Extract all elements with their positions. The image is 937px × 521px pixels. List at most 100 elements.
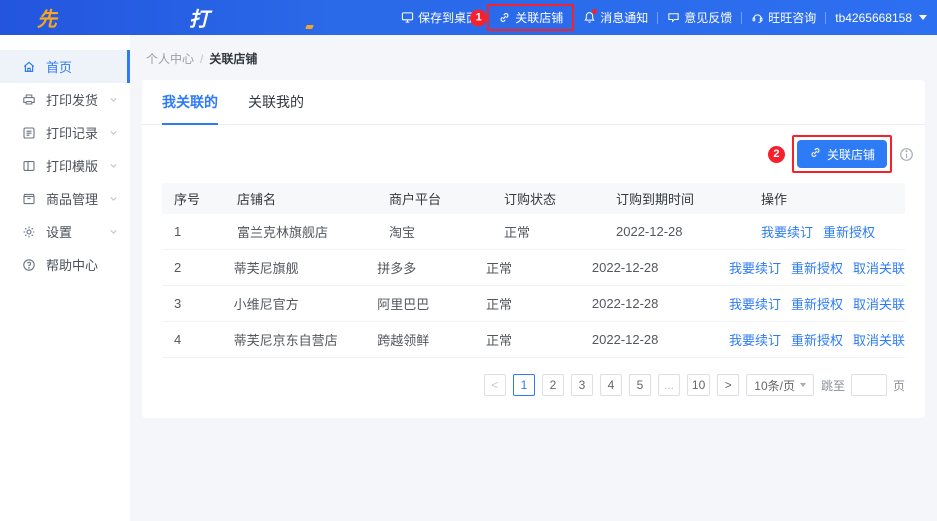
cell-status: 正常 — [504, 222, 616, 241]
breadcrumb-separator: / — [200, 52, 203, 66]
cell-store-name: 小维尼官方 — [234, 294, 378, 313]
page-size-select[interactable]: 10条/页 — [746, 374, 814, 396]
col-header-index: 序号 — [162, 189, 237, 208]
breadcrumb-parent[interactable]: 个人中心 — [146, 50, 194, 67]
reauthorize-link[interactable]: 重新授权 — [791, 258, 843, 277]
sidebar-item-label: 打印发货 — [46, 90, 109, 109]
col-header-platform: 商户平台 — [389, 189, 504, 208]
wangwang-consult-button[interactable]: 旺旺咨询 — [751, 9, 816, 26]
navbar-divider — [741, 12, 742, 24]
cell-status: 正常 — [486, 294, 592, 313]
cell-actions: 我要续订 重新授权 — [761, 222, 905, 241]
renew-link[interactable]: 我要续订 — [729, 258, 781, 277]
chevron-down-icon — [109, 227, 118, 236]
sidebar-item-print-records[interactable]: 打印记录 — [0, 116, 130, 149]
col-header-expire-date: 订购到期时间 — [616, 189, 761, 208]
cell-actions: 我要续订 重新授权 取消关联 — [729, 330, 905, 349]
unlink-link[interactable]: 取消关联 — [853, 258, 905, 277]
page-button-1[interactable]: 1 — [513, 374, 535, 396]
table-row: 1 富兰克林旗舰店 淘宝 正常 2022-12-28 我要续订 重新授权 — [162, 214, 905, 250]
link-store-button-label: 关联店铺 — [827, 146, 875, 163]
page-button-5[interactable]: 5 — [629, 374, 651, 396]
col-header-subscription-status: 订购状态 — [504, 189, 616, 208]
page-button-3[interactable]: 3 — [571, 374, 593, 396]
desktop-icon — [401, 11, 414, 24]
prev-page-button[interactable]: < — [484, 374, 506, 396]
sidebar-item-settings[interactable]: 设置 — [0, 215, 130, 248]
link-icon — [809, 146, 822, 162]
reauthorize-link[interactable]: 重新授权 — [823, 222, 875, 241]
col-header-store-name: 店铺名 — [237, 189, 389, 208]
save-to-desktop-label: 保存到桌面 — [418, 9, 478, 26]
page-button-4[interactable]: 4 — [600, 374, 622, 396]
link-store-button[interactable]: 关联店铺 — [797, 140, 887, 168]
feedback-label: 意见反馈 — [684, 9, 732, 26]
cell-index: 1 — [162, 224, 237, 239]
cell-platform: 淘宝 — [389, 222, 504, 241]
cell-expire-date: 2022-12-28 — [592, 332, 729, 347]
cell-status: 正常 — [486, 330, 592, 349]
chevron-down-icon — [109, 128, 118, 137]
main-content: 个人中心 / 关联店铺 我关联的 关联我的 2 关联店铺 — [130, 35, 937, 521]
notifications-button[interactable]: 消息通知 — [583, 9, 648, 26]
unlink-link[interactable]: 取消关联 — [853, 330, 905, 349]
feedback-button[interactable]: 意见反馈 — [667, 9, 732, 26]
sidebar-nav: 首页 打印发货 打印记录 打印模版 商品管理 — [0, 35, 130, 521]
gear-icon — [22, 225, 36, 239]
page-button-2[interactable]: 2 — [542, 374, 564, 396]
chevron-down-icon — [800, 383, 806, 387]
logo-text-primary: 先 — [37, 3, 189, 32]
sidebar-item-help-center[interactable]: 帮助中心 — [0, 248, 130, 281]
annotation-highlight-box: 关联店铺 — [792, 135, 892, 173]
cell-platform: 阿里巴巴 — [377, 294, 486, 313]
sidebar-item-product-management[interactable]: 商品管理 — [0, 182, 130, 215]
sidebar-item-label: 商品管理 — [46, 189, 109, 208]
annotation-step-1-badge: 1 — [470, 9, 487, 26]
sidebar-item-print-ship[interactable]: 打印发货 — [0, 83, 130, 116]
info-icon[interactable] — [899, 147, 914, 162]
cell-platform: 拼多多 — [377, 258, 486, 277]
renew-link[interactable]: 我要续订 — [761, 222, 813, 241]
sidebar-item-label: 打印记录 — [46, 123, 109, 142]
sidebar-item-label: 打印模版 — [46, 156, 109, 175]
sidebar-item-label: 设置 — [46, 222, 109, 241]
cell-expire-date: 2022-12-28 — [592, 296, 729, 311]
link-icon — [498, 11, 511, 24]
page-ellipsis[interactable]: ... — [658, 374, 680, 396]
home-icon — [22, 60, 36, 74]
page-button-10[interactable]: 10 — [687, 374, 710, 396]
cell-index: 2 — [162, 260, 234, 275]
template-icon — [22, 159, 36, 173]
reauthorize-link[interactable]: 重新授权 — [791, 294, 843, 313]
renew-link[interactable]: 我要续订 — [729, 294, 781, 313]
sidebar-item-print-templates[interactable]: 打印模版 — [0, 149, 130, 182]
user-menu[interactable]: tb4265668158 — [835, 11, 927, 25]
breadcrumb-current: 关联店铺 — [209, 50, 257, 67]
cell-actions: 我要续订 重新授权 取消关联 — [729, 258, 905, 277]
printer-icon — [22, 93, 36, 107]
navbar-link-store-button[interactable]: 关联店铺 — [487, 4, 574, 31]
username-label: tb4265668158 — [835, 11, 912, 25]
next-page-button[interactable]: > — [717, 374, 739, 396]
save-to-desktop-button[interactable]: 保存到桌面 1 — [401, 9, 478, 26]
table-header-row: 序号 店铺名 商户平台 订购状态 订购到期时间 操作 — [162, 183, 905, 214]
reauthorize-link[interactable]: 重新授权 — [791, 330, 843, 349]
chevron-down-icon — [109, 194, 118, 203]
table-row: 2 蒂芙尼旗舰 拼多多 正常 2022-12-28 我要续订 重新授权 取消关联 — [162, 250, 905, 286]
cell-platform: 跨越领鲜 — [377, 330, 486, 349]
tab-my-linked[interactable]: 我关联的 — [162, 92, 218, 125]
cell-actions: 我要续订 重新授权 取消关联 — [729, 294, 905, 313]
top-navbar: 先打 保存到桌面 1 关联店铺 消息通知 — [0, 0, 937, 35]
renew-link[interactable]: 我要续订 — [729, 330, 781, 349]
tab-linked-me[interactable]: 关联我的 — [248, 92, 304, 125]
sidebar-item-label: 帮助中心 — [46, 255, 118, 274]
linked-stores-table: 序号 店铺名 商户平台 订购状态 订购到期时间 操作 1 富兰克林旗舰店 淘宝 … — [162, 183, 905, 358]
sidebar-item-home[interactable]: 首页 — [0, 50, 130, 83]
breadcrumb: 个人中心 / 关联店铺 — [130, 35, 937, 67]
print-record-icon — [22, 126, 36, 140]
cell-expire-date: 2022-12-28 — [592, 260, 729, 275]
unlink-link[interactable]: 取消关联 — [853, 294, 905, 313]
cell-index: 4 — [162, 332, 234, 347]
jump-page-input[interactable] — [851, 374, 887, 396]
navbar-divider — [825, 12, 826, 24]
